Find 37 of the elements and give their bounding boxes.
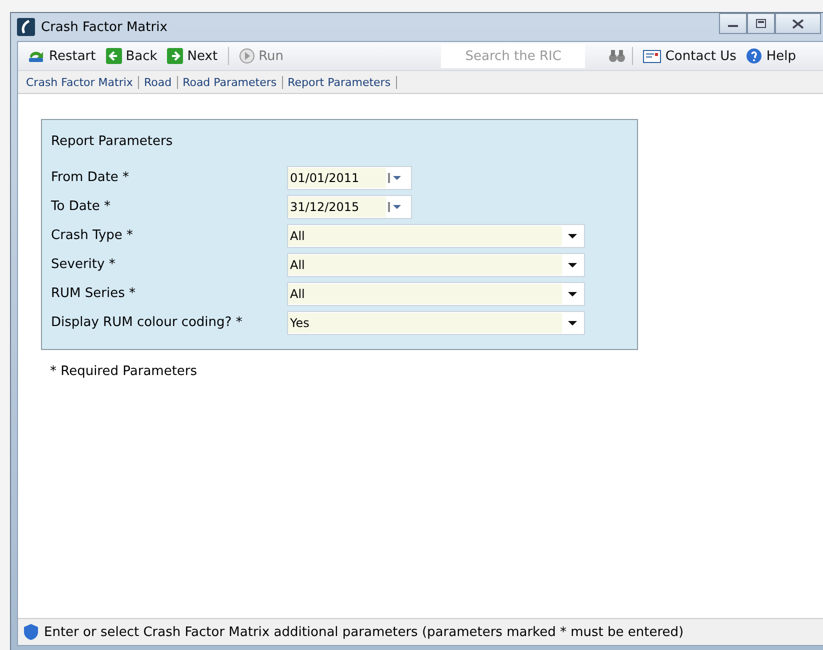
date-field[interactable]: 01/01/2011 — [287, 166, 412, 190]
toolbar-button[interactable]: Next — [164, 46, 221, 66]
status-text: Enter or select Crash Factor Matrix additional parameters (parameters marked * must be entered) — [44, 624, 684, 640]
toolbar-button[interactable]: Restart — [24, 46, 99, 66]
envelope-icon — [643, 50, 662, 62]
dropdown-field[interactable]: Yes — [287, 310, 585, 334]
toolbar-button[interactable]: Back — [102, 46, 160, 66]
close-icon — [792, 18, 804, 28]
window-title: Crash Factor Matrix — [41, 20, 168, 34]
required-note: * Required Parameters — [50, 364, 198, 379]
dropdown-field[interactable]: All — [287, 224, 585, 248]
dropdown-field[interactable]: All — [287, 252, 585, 276]
close-button[interactable] — [775, 13, 821, 34]
toolbar-link[interactable]: Contact Us — [640, 46, 740, 66]
field-label: Display RUM colour coding? * — [51, 315, 244, 330]
date-field[interactable]: 31/12/2015 — [287, 194, 412, 218]
maximize-button[interactable] — [747, 13, 775, 34]
breadcrumb-link[interactable]: Crash Factor Matrix — [21, 76, 139, 88]
minimize-button[interactable] — [719, 13, 747, 34]
dropdown-field[interactable]: All — [287, 282, 585, 306]
breadcrumb-link[interactable]: Road Parameters — [178, 76, 283, 88]
help-icon — [746, 48, 762, 64]
binoculars-icon[interactable] — [609, 49, 626, 63]
breadcrumb-link[interactable]: Report Parameters — [282, 76, 397, 88]
panel-title: Report Parameters — [51, 134, 174, 149]
breadcrumb-link[interactable]: Road — [138, 76, 178, 88]
field-label: RUM Series * — [51, 286, 137, 301]
play-icon — [238, 48, 255, 64]
field-label: Severity * — [51, 257, 116, 272]
shield-icon — [24, 624, 38, 640]
search-field[interactable]: Search the RIC — [441, 44, 586, 68]
maximize-icon — [756, 19, 766, 28]
toolbar-link[interactable]: Help — [743, 46, 799, 66]
field-label: From Date * — [51, 170, 130, 185]
field-label: To Date * — [51, 199, 112, 214]
app-logo-icon — [17, 18, 35, 36]
field-label: Crash Type * — [51, 228, 134, 243]
